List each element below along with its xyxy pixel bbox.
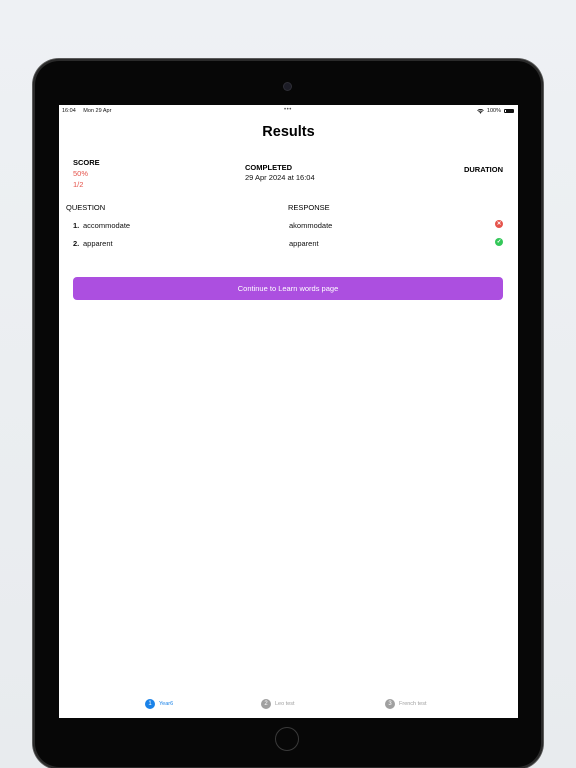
- tab-badge: 3: [385, 699, 395, 709]
- row-question: apparent: [83, 239, 113, 248]
- page-title: Results: [262, 124, 315, 140]
- tab-badge: 2: [261, 699, 271, 709]
- x-circle-icon: ✕: [495, 220, 503, 228]
- tab-french-test[interactable]: 3 French test: [385, 699, 427, 709]
- tab-label: Leo test: [275, 701, 295, 707]
- battery-icon: [504, 108, 514, 114]
- score-summary: SCORE 50% 1/2: [73, 158, 100, 189]
- camera-icon: [284, 83, 291, 90]
- table-row: 2. apparent apparent ✓: [59, 238, 518, 253]
- question-header: QUESTION: [66, 203, 106, 212]
- status-time: 16:04: [62, 108, 76, 114]
- score-label: SCORE: [73, 158, 100, 167]
- tab-year6[interactable]: 1 Year6: [145, 699, 173, 709]
- response-header: RESPONSE: [288, 203, 330, 212]
- status-right: 100%: [477, 108, 514, 114]
- continue-button[interactable]: Continue to Learn words page: [73, 277, 503, 300]
- home-button[interactable]: [275, 727, 299, 751]
- wifi-icon: [477, 108, 484, 114]
- app-screen: 16:04 Mon 29 Apr ••• 100% Results SCORE …: [59, 105, 518, 718]
- tab-bar: 1 Year6 2 Leo test 3 French test: [59, 699, 518, 715]
- completed-label: COMPLETED: [245, 163, 293, 172]
- score-percent: 50%: [73, 169, 89, 178]
- duration-label: DURATION: [463, 165, 503, 174]
- tab-leo-test[interactable]: 2 Leo test: [261, 699, 295, 709]
- battery-percent: 100%: [486, 108, 501, 114]
- tab-label: French test: [399, 701, 427, 707]
- row-response: apparent: [289, 239, 319, 248]
- status-left: 16:04 Mon 29 Apr: [62, 108, 117, 114]
- score-fraction: 1/2: [73, 180, 84, 189]
- row-number: 1.: [73, 221, 80, 230]
- completed-value: 29 Apr 2024 at 16:04: [245, 173, 315, 182]
- row-response: akommodate: [289, 221, 333, 230]
- tab-badge: 1: [145, 699, 155, 709]
- status-bar: 16:04 Mon 29 Apr ••• 100%: [59, 105, 518, 118]
- status-date: Mon 29 Apr: [83, 108, 112, 114]
- table-row: 1. accommodate akommodate ✕: [59, 220, 518, 235]
- multitasking-dots-icon[interactable]: •••: [284, 107, 292, 113]
- tab-label: Year6: [159, 701, 174, 707]
- completed-summary: COMPLETED 29 Apr 2024 at 16:04: [245, 163, 315, 182]
- page-background: 16:04 Mon 29 Apr ••• 100% Results SCORE …: [0, 0, 576, 768]
- row-question: accommodate: [83, 221, 131, 230]
- row-number: 2.: [73, 239, 80, 248]
- duration-summary: DURATION: [464, 165, 503, 174]
- check-circle-icon: ✓: [495, 238, 503, 246]
